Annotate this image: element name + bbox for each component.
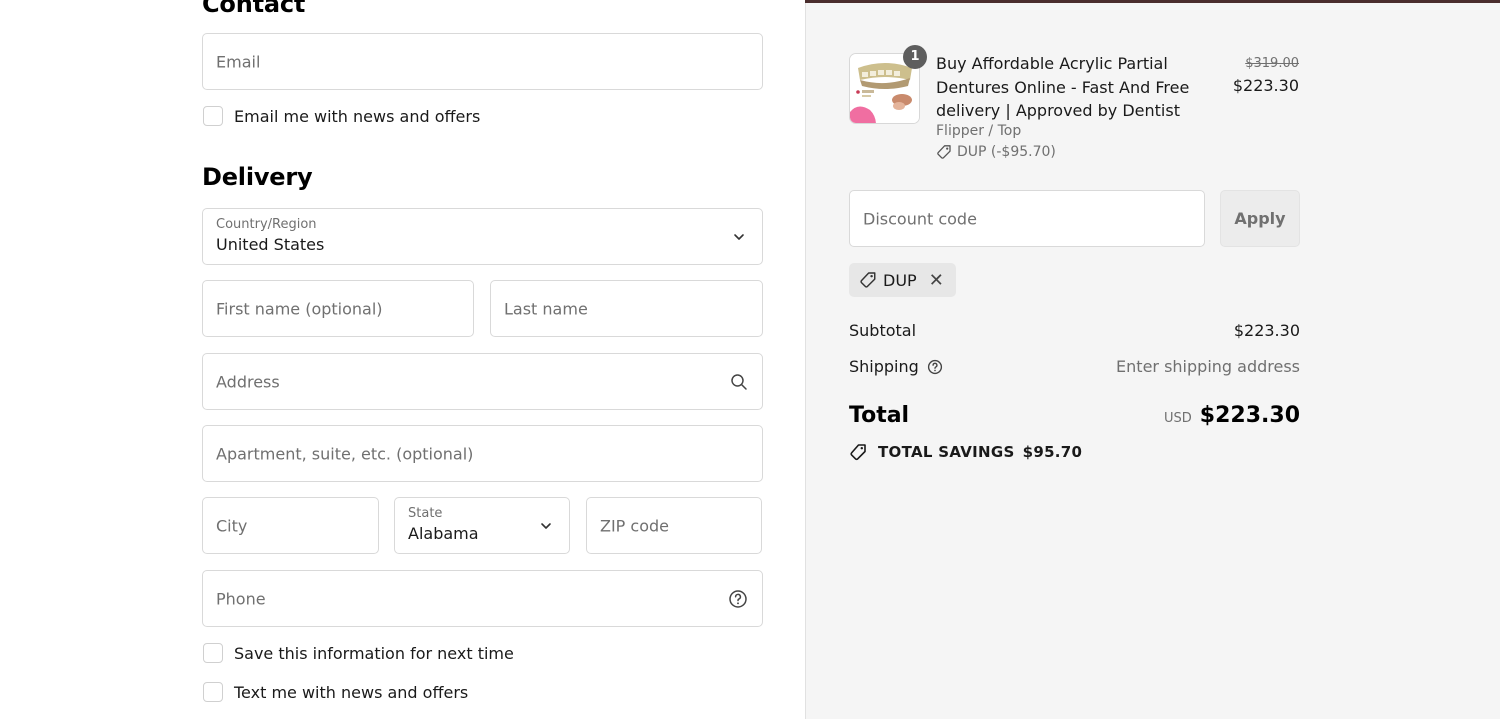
product-title: Buy Affordable Acrylic Partial Dentures … (936, 54, 1190, 120)
close-icon[interactable]: ✕ (929, 270, 944, 291)
last-name-placeholder: Last name (504, 299, 588, 318)
address-placeholder: Address (216, 372, 280, 391)
contact-title: Contact (202, 0, 306, 18)
shipping-label-group: Shipping (849, 357, 943, 376)
savings-value: $95.70 (1022, 443, 1083, 461)
apartment-placeholder: Apartment, suite, etc. (optional) (216, 444, 474, 463)
savings-tag-icon (850, 444, 866, 461)
shipping-label: Shipping (849, 357, 919, 376)
savings-label: TOTAL SAVINGS (878, 443, 1015, 461)
zip-placeholder: ZIP code (600, 516, 669, 535)
subtotal-value: $223.30 (1233, 321, 1300, 340)
order-summary: 1 Buy Affordable Acrylic Partial Denture… (805, 3, 1500, 719)
country-select[interactable]: Country/Region United States (202, 208, 763, 265)
country-value: United States (216, 235, 325, 254)
last-name-field[interactable]: Last name (490, 280, 763, 337)
subtotal-row: Subtotal $223.30 (849, 321, 1300, 340)
email-news-checkbox[interactable] (203, 106, 223, 126)
email-news-option[interactable]: Email me with news and offers (203, 106, 480, 126)
country-label: Country/Region (216, 217, 317, 232)
first-name-field[interactable]: First name (optional) (202, 280, 474, 337)
shipping-value: Enter shipping address (1116, 357, 1300, 376)
original-price: $319.00 (1245, 56, 1299, 71)
product-discount-text: DUP (-$95.70) (957, 144, 1056, 160)
discounted-price: $223.30 (1232, 76, 1299, 95)
save-info-option[interactable]: Save this information for next time (203, 643, 514, 663)
address-field[interactable]: Address (202, 353, 763, 410)
help-circle-icon[interactable] (728, 589, 748, 609)
first-name-placeholder: First name (optional) (216, 299, 383, 318)
email-placeholder: Email (216, 52, 261, 71)
email-field[interactable]: Email (202, 33, 763, 90)
chevron-down-icon (734, 233, 744, 240)
email-news-label: Email me with news and offers (234, 106, 481, 126)
tag-icon (860, 272, 876, 288)
state-label: State (408, 506, 443, 521)
subtotal-label: Subtotal (849, 321, 917, 340)
apply-button[interactable]: Apply (1220, 190, 1300, 247)
state-value: Alabama (408, 524, 479, 543)
phone-field[interactable]: Phone (202, 570, 763, 627)
checkout-form: Contact Email Email me with news and off… (0, 0, 805, 719)
chevron-down-icon (541, 522, 551, 529)
discount-code-placeholder: Discount code (863, 209, 977, 228)
text-news-option[interactable]: Text me with news and offers (203, 682, 468, 702)
save-info-checkbox[interactable] (203, 643, 223, 663)
product-discount: DUP (-$95.70) (936, 144, 1056, 160)
total-amount-group: USD $223.30 (1164, 403, 1300, 428)
discount-code-input[interactable]: Discount code (849, 190, 1205, 247)
quantity-badge: 1 (903, 45, 927, 69)
total-row: Total USD $223.30 (849, 403, 1300, 428)
save-info-label: Save this information for next time (234, 643, 514, 663)
help-circle-icon[interactable] (927, 359, 943, 375)
apartment-field[interactable]: Apartment, suite, etc. (optional) (202, 425, 763, 482)
currency-code: USD (1164, 411, 1192, 426)
total-savings: TOTAL SAVINGS $95.70 (849, 442, 1082, 462)
total-value: $223.30 (1199, 403, 1300, 428)
state-select[interactable]: State Alabama (394, 497, 570, 554)
phone-placeholder: Phone (216, 589, 266, 608)
search-icon (731, 373, 747, 390)
text-news-label: Text me with news and offers (234, 682, 469, 702)
shipping-row: Shipping Enter shipping address (849, 357, 1300, 376)
city-placeholder: City (216, 516, 248, 535)
discount-chip-code: DUP (883, 270, 917, 290)
tag-icon (937, 145, 951, 159)
applied-discount-chip: DUP ✕ (849, 263, 956, 297)
zip-field[interactable]: ZIP code (586, 497, 762, 554)
total-label: Total (849, 403, 910, 428)
product-variant: Flipper / Top (936, 123, 1022, 139)
delivery-title: Delivery (202, 163, 313, 191)
text-news-checkbox[interactable] (203, 682, 223, 702)
city-field[interactable]: City (202, 497, 379, 554)
